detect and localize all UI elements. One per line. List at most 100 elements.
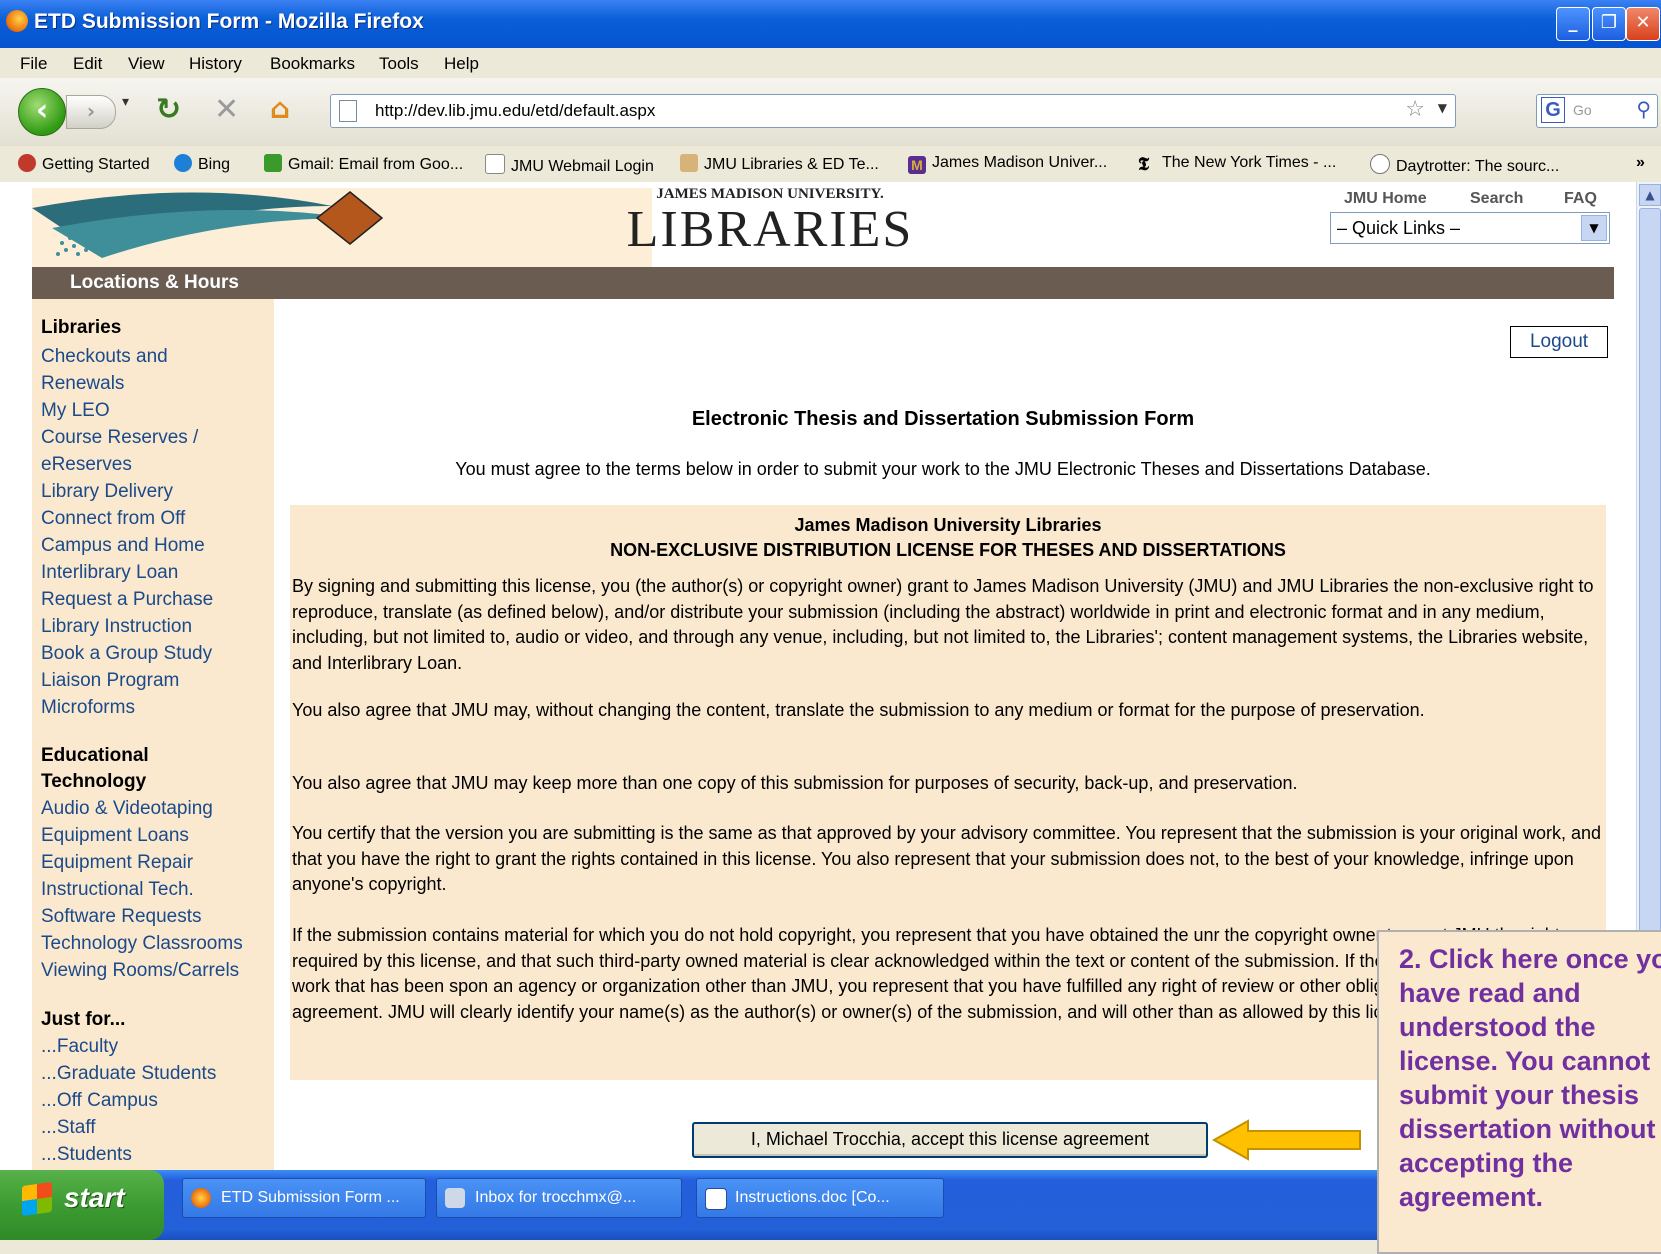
menu-bar: File Edit View History Bookmarks Tools H… (0, 48, 1661, 78)
taskbar-item[interactable]: ETD Submission Form ... (182, 1178, 426, 1218)
sidebar-link[interactable]: Viewing Rooms/Carrels (41, 957, 239, 984)
sidebar-link[interactable]: ...Off Campus (41, 1087, 158, 1114)
sidebar-link[interactable]: ...Faculty (41, 1033, 118, 1060)
url-dropdown-icon[interactable]: ▼ (1438, 101, 1447, 115)
back-button[interactable]: ‹ (18, 88, 66, 136)
menu-view[interactable]: View (128, 54, 165, 74)
bookmark-item[interactable]: Gmail: Email from Goo... (264, 154, 463, 174)
search-icon[interactable]: ⚲ (1636, 97, 1651, 121)
menu-history[interactable]: History (189, 54, 242, 74)
license-heading: James Madison University Libraries (794, 515, 1102, 535)
sidebar-link[interactable]: Liaison Program (41, 667, 179, 694)
sidebar-link[interactable]: ...Staff (41, 1114, 96, 1141)
minimize-button[interactable]: _ (1556, 7, 1590, 41)
libraries-logo-graphic (32, 188, 652, 267)
window-title: ETD Submission Form - Mozilla Firefox (34, 10, 424, 33)
windows-logo-icon (22, 1181, 52, 1217)
stop-icon[interactable]: ✕ (214, 92, 239, 127)
sidebar-heading-justfor: Just for... (41, 1009, 126, 1030)
license-paragraph: You also agree that JMU may keep more th… (292, 773, 1298, 793)
sidebar-link[interactable]: Renewals (41, 370, 124, 397)
sidebar-link[interactable]: Equipment Loans (41, 822, 189, 849)
home-icon[interactable]: ⌂ (270, 92, 290, 125)
word-doc-icon (705, 1188, 727, 1210)
sidebar: Libraries Checkouts and Renewals My LEO … (32, 299, 274, 1170)
sidebar-link[interactable]: Equipment Repair (41, 849, 193, 876)
sidebar-link[interactable]: Interlibrary Loan (41, 559, 178, 586)
instruction-callout: 2. Click here once you have read and und… (1377, 930, 1661, 1254)
sidebar-link[interactable]: Campus and Home (41, 532, 205, 559)
menu-file[interactable]: File (20, 54, 47, 74)
menu-help[interactable]: Help (444, 54, 479, 74)
start-button[interactable]: start (0, 1170, 164, 1240)
bookmark-label: Gmail: Email from Goo... (288, 156, 464, 173)
bookmark-label: Getting Started (42, 156, 150, 173)
accept-license-button[interactable]: I, Michael Trocchia, accept this license… (692, 1122, 1208, 1158)
bookmark-item[interactable]: Bing (174, 154, 230, 174)
search-link[interactable]: Search (1470, 190, 1523, 208)
sidebar-link[interactable]: Technology Classrooms (41, 930, 243, 957)
sidebar-heading-edtech: Educational (41, 745, 149, 766)
sidebar-link[interactable]: My LEO (41, 397, 110, 424)
search-box[interactable]: G Go ⚲ (1536, 94, 1658, 128)
sidebar-link[interactable]: Library Delivery (41, 478, 173, 505)
taskbar-item-label: Instructions.doc [Co... (735, 1189, 890, 1206)
sidebar-heading-libraries: Libraries (41, 317, 122, 338)
getting-started-icon (18, 154, 36, 172)
faq-link[interactable]: FAQ (1564, 190, 1597, 208)
menu-edit[interactable]: Edit (73, 54, 102, 74)
firefox-icon (6, 10, 28, 32)
menu-tools[interactable]: Tools (379, 54, 419, 74)
sidebar-link[interactable]: ...Students (41, 1141, 132, 1168)
sidebar-link[interactable]: eReserves (41, 451, 132, 478)
bookmark-label: JMU Webmail Login (511, 158, 654, 175)
sidebar-link[interactable]: Checkouts and (41, 343, 168, 370)
intro-text: You must agree to the terms below in ord… (455, 459, 1431, 479)
locations-hours-link[interactable]: Locations & Hours (70, 272, 239, 294)
maximize-button[interactable]: ❐ (1592, 7, 1626, 41)
bookmark-item[interactable]: 𝕿 The New York Times - ... (1138, 154, 1336, 175)
sidebar-link[interactable]: Book a Group Study (41, 640, 212, 667)
bookmark-item[interactable]: Daytrotter: The sourc... (1370, 154, 1559, 176)
sidebar-link[interactable]: Request a Purchase (41, 586, 213, 613)
forward-button[interactable]: › (66, 95, 116, 129)
sidebar-link[interactable]: Microforms (41, 694, 135, 721)
scroll-up-icon[interactable]: ▲ (1639, 184, 1661, 206)
url-text[interactable]: http://dev.lib.jmu.edu/etd/default.aspx (375, 101, 655, 121)
nyt-icon: 𝕿 (1138, 154, 1150, 175)
address-bar[interactable]: http://dev.lib.jmu.edu/etd/default.aspx … (330, 94, 1456, 128)
taskbar-item[interactable]: Instructions.doc [Co... (696, 1178, 944, 1218)
firefox-icon (191, 1188, 211, 1208)
sidebar-link[interactable]: Instructional Tech. (41, 876, 194, 903)
quick-links-select[interactable]: – Quick Links – ▼ (1330, 212, 1610, 244)
menu-bookmarks[interactable]: Bookmarks (270, 54, 355, 74)
start-label: start (64, 1182, 125, 1213)
close-button[interactable]: ✕ (1626, 7, 1660, 41)
navigation-toolbar: ‹ › ▾ ↻ ✕ ⌂ http://dev.lib.jmu.edu/etd/d… (0, 78, 1661, 147)
taskbar-item[interactable]: Inbox for trocchmx@... (436, 1178, 682, 1218)
bookmark-item[interactable]: JMU Webmail Login (485, 154, 654, 176)
daytrotter-icon (1370, 154, 1390, 174)
window-titlebar[interactable]: ETD Submission Form - Mozilla Firefox _ … (0, 0, 1661, 48)
sidebar-link[interactable]: Connect from Off (41, 505, 185, 532)
history-dropdown-icon[interactable]: ▾ (122, 94, 129, 110)
jmu-home-link[interactable]: JMU Home (1344, 190, 1427, 208)
logout-button[interactable]: Logout (1510, 326, 1608, 358)
sidebar-heading-edtech: Technology (41, 771, 147, 792)
google-icon[interactable]: G (1541, 97, 1565, 123)
sidebar-link[interactable]: Library Instruction (41, 613, 192, 640)
sidebar-link[interactable]: Course Reserves / (41, 424, 198, 451)
bookmark-item[interactable]: JMU Libraries & ED Te... (680, 154, 879, 174)
callout-text: 2. Click here once you have read and und… (1399, 944, 1661, 1212)
bookmark-star-icon[interactable]: ☆ (1405, 97, 1425, 122)
bookmark-item[interactable]: M James Madison Univer... (908, 154, 1107, 174)
libraries-wordmark[interactable]: JAMES MADISON UNIVERSITY. LIBRARIES (560, 182, 980, 267)
sidebar-link[interactable]: ...Graduate Students (41, 1060, 216, 1087)
mail-icon (445, 1188, 465, 1208)
sidebar-link[interactable]: Software Requests (41, 903, 202, 930)
bookmark-item[interactable]: Getting Started (18, 154, 150, 174)
reload-icon[interactable]: ↻ (156, 92, 181, 127)
chevron-down-icon[interactable]: ▼ (1581, 215, 1607, 241)
bookmarks-overflow-icon[interactable]: » (1636, 154, 1645, 172)
sidebar-link[interactable]: Audio & Videotaping (41, 795, 213, 822)
